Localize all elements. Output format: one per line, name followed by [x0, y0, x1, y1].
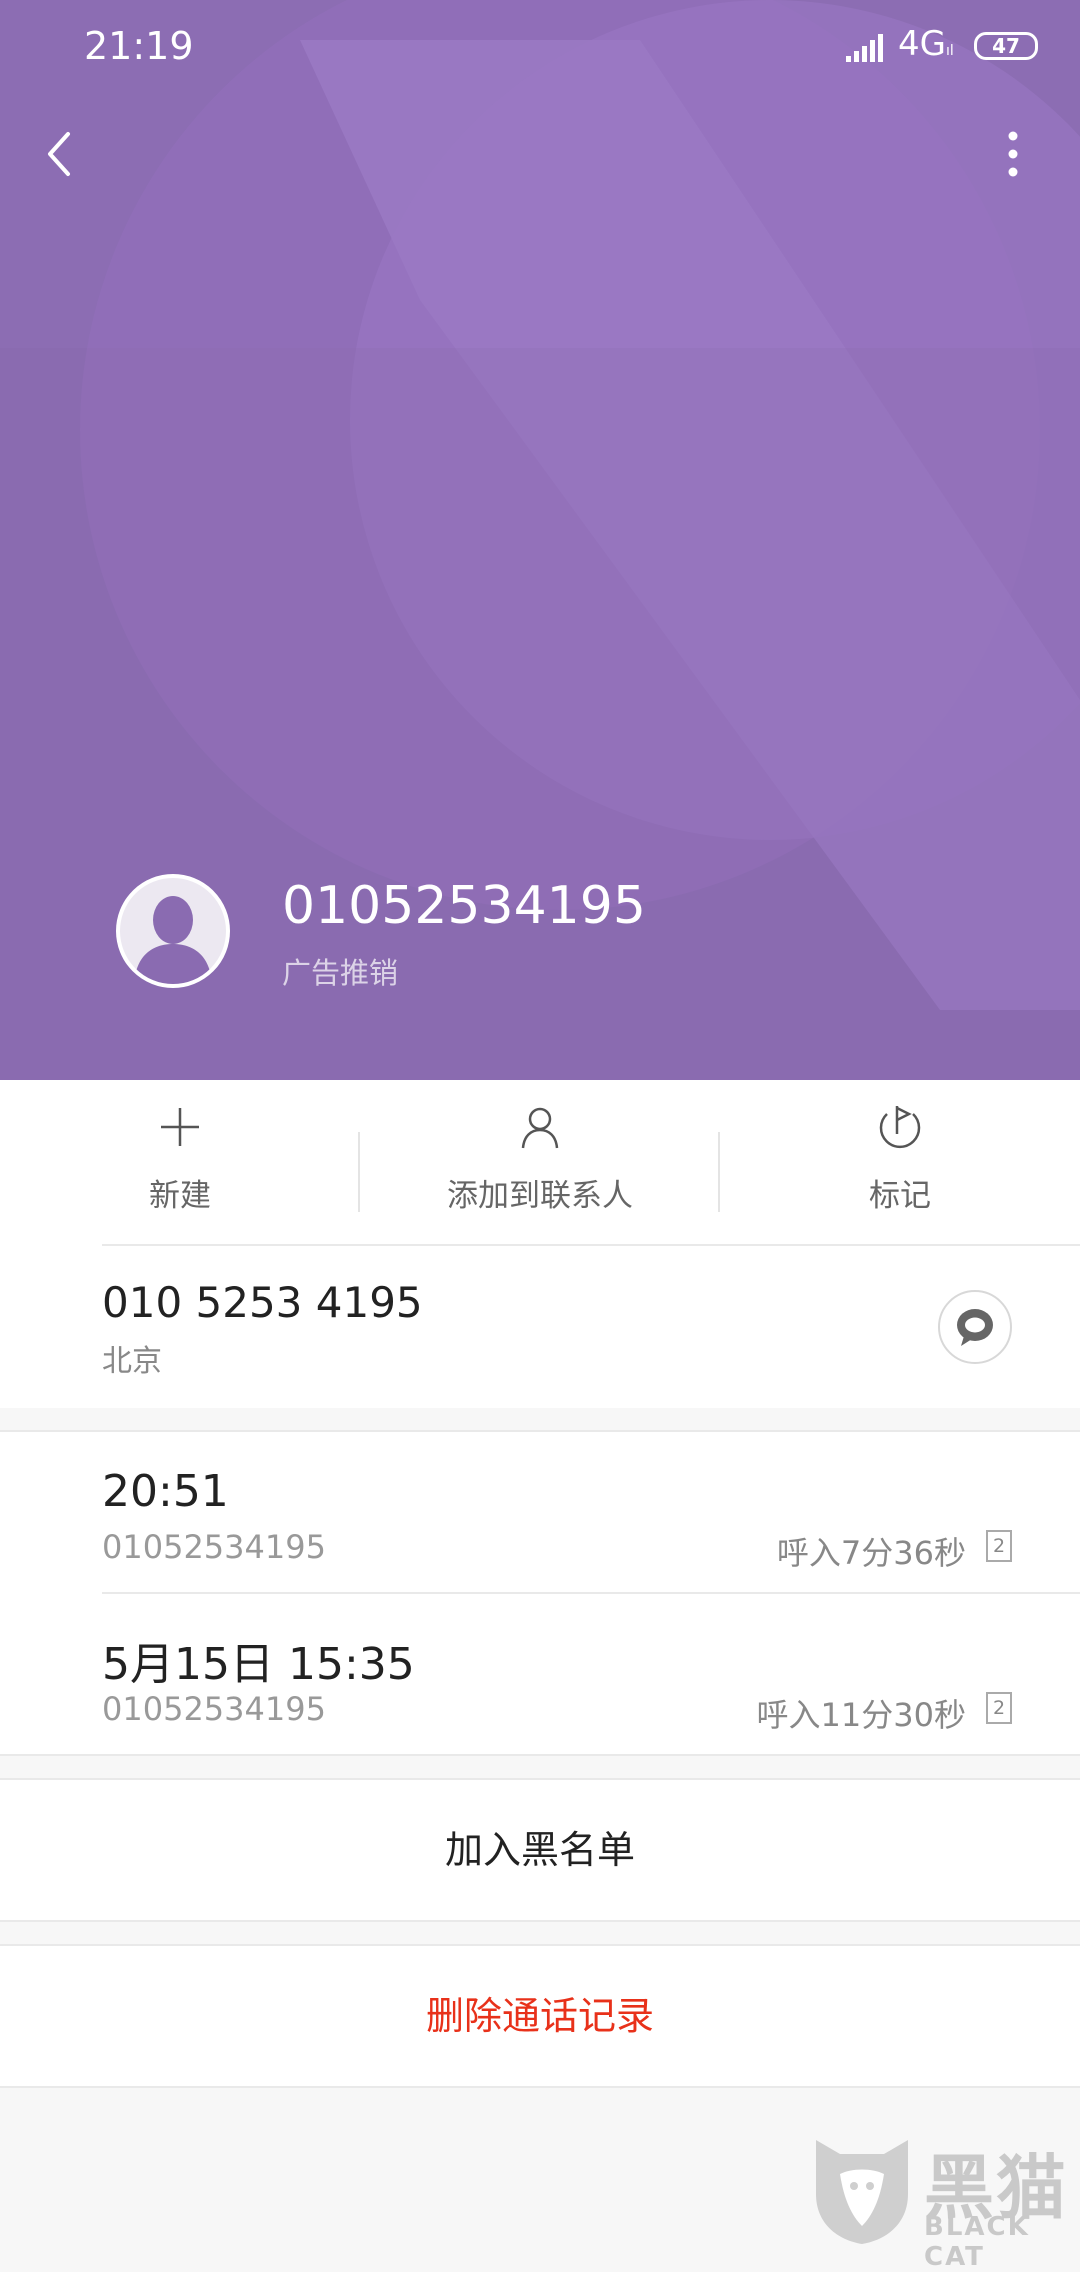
number-info-row[interactable]: 010 5253 4195 北京: [0, 1244, 1080, 1408]
message-bubble-icon: [957, 1309, 993, 1346]
call-number: 01052534195: [102, 1690, 326, 1728]
status-time: 21:19: [84, 24, 194, 68]
caller-tag: 广告推销: [282, 956, 399, 990]
status-bar: 21:19 4Gıl 47: [0, 0, 1080, 100]
caller-header: 21:19 4Gıl 47 01052534195 广告推销: [0, 0, 1080, 1080]
call-history-list: 20:51 01052534195 呼入7分36秒 2 5月15日 15:35 …: [0, 1430, 1080, 1756]
sim-badge-icon: 2: [986, 1692, 1012, 1724]
new-contact-button[interactable]: 新建: [0, 1080, 360, 1244]
add-to-blacklist-button[interactable]: 加入黑名单: [0, 1778, 1080, 1922]
call-number: 01052534195: [102, 1528, 326, 1566]
new-contact-label: 新建: [149, 1178, 211, 1214]
signal-icon: [846, 34, 883, 62]
send-message-button[interactable]: [938, 1290, 1012, 1364]
formatted-number: 010 5253 4195: [102, 1278, 423, 1327]
number-location: 北京: [102, 1344, 162, 1379]
back-arrow-icon[interactable]: [38, 126, 82, 182]
call-detail: 呼入11分30秒: [756, 1696, 966, 1734]
action-bar: 新建 添加到联系人 标记: [0, 1080, 1080, 1244]
person-icon: [521, 1107, 559, 1149]
call-record[interactable]: 5月15日 15:35 01052534195 呼入11分30秒 2: [0, 1594, 1080, 1756]
sim-badge-icon: 2: [986, 1530, 1012, 1562]
add-to-contacts-button[interactable]: 添加到联系人: [360, 1080, 720, 1244]
black-cat-logo-icon: [816, 2140, 908, 2244]
network-type: 4Gıl: [898, 24, 954, 64]
person-silhouette-icon: [134, 896, 212, 984]
delete-call-history-button[interactable]: 删除通话记录: [0, 1944, 1080, 2088]
more-options-icon[interactable]: [996, 126, 1030, 182]
watermark: 黑猫 BLACK CAT: [806, 2128, 1080, 2272]
plus-icon: [161, 1108, 199, 1146]
mark-button[interactable]: 标记: [720, 1080, 1080, 1244]
add-to-contacts-label: 添加到联系人: [447, 1178, 633, 1214]
call-record[interactable]: 20:51 01052534195 呼入7分36秒 2: [0, 1432, 1080, 1594]
divider: [102, 1244, 1080, 1246]
battery-icon: 47: [974, 32, 1038, 60]
call-detail: 呼入7分36秒: [776, 1534, 966, 1572]
avatar: [116, 874, 230, 988]
call-time: 20:51: [102, 1466, 229, 1517]
watermark-subtext: BLACK CAT: [924, 2212, 1030, 2272]
mark-label: 标记: [869, 1178, 931, 1214]
flag-icon: [879, 1106, 921, 1149]
caller-number: 01052534195: [282, 876, 646, 936]
call-time: 5月15日 15:35: [102, 1639, 415, 1690]
